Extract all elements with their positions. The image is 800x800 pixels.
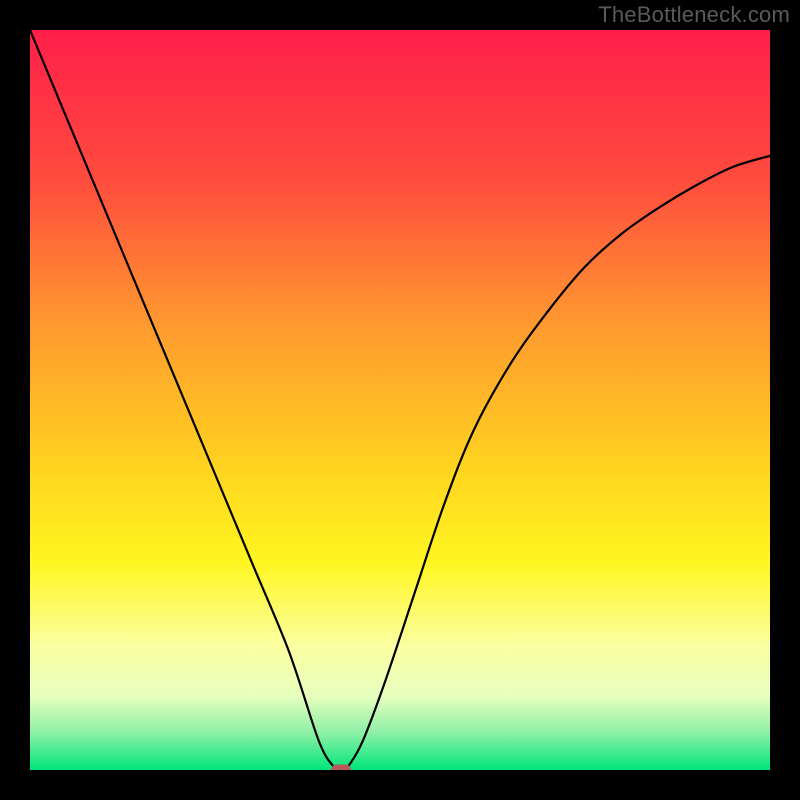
plot-area	[30, 30, 770, 770]
background-gradient	[30, 30, 770, 770]
watermark-text: TheBottleneck.com	[598, 2, 790, 28]
chart-frame: TheBottleneck.com	[0, 0, 800, 800]
minimum-marker	[331, 765, 351, 771]
